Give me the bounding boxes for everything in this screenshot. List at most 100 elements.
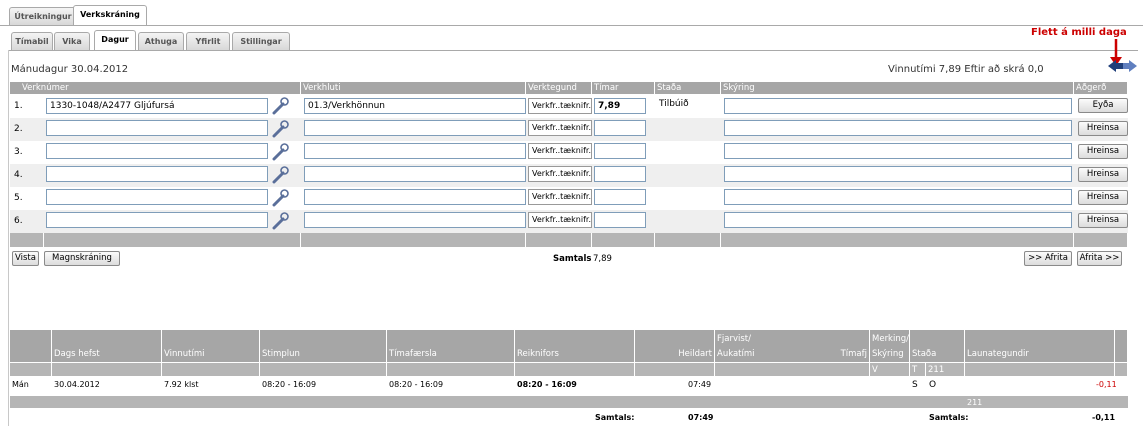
subhead-cell bbox=[635, 362, 715, 376]
row-number: 1. bbox=[14, 101, 23, 111]
col-day bbox=[10, 330, 52, 362]
summary-date: 30.04.2012 bbox=[54, 380, 100, 389]
timar-input[interactable] bbox=[594, 120, 646, 136]
footer-cell bbox=[10, 233, 44, 247]
col-heildart: Heildart bbox=[635, 330, 715, 362]
col-dags-hefst: Dags hefst bbox=[52, 330, 162, 362]
summary-total-value-2: -0,11 bbox=[1092, 413, 1116, 422]
content-left-border bbox=[8, 50, 9, 426]
subhead-cell bbox=[965, 362, 1115, 376]
skyring-input[interactable] bbox=[724, 120, 1072, 136]
tab-utreikningur[interactable]: Útreikningur bbox=[9, 7, 77, 25]
summary-amount: -0,11 bbox=[1096, 380, 1117, 389]
col-aukatimi: Fjarvist/ Aukatími Tímafj bbox=[715, 330, 870, 362]
summary-code: 211 bbox=[967, 398, 983, 407]
wrench-icon[interactable] bbox=[271, 212, 289, 230]
verknumer-input[interactable] bbox=[46, 212, 268, 228]
col-verkhluti: Verkhluti bbox=[301, 82, 526, 94]
footer-cell bbox=[655, 233, 721, 247]
col-skyring: Skýring bbox=[721, 82, 1074, 94]
verknumer-input[interactable] bbox=[46, 120, 268, 136]
verknumer-input[interactable] bbox=[46, 143, 268, 159]
subhead-cell bbox=[715, 362, 870, 376]
footer-cell bbox=[44, 233, 301, 247]
entry-total-value: 7,89 bbox=[593, 254, 612, 264]
hreinsa-button[interactable]: Hreinsa bbox=[1078, 167, 1128, 182]
date-label: Mánudagur 30.04.2012 bbox=[11, 64, 129, 75]
col-timafaersla: Tímafærsla bbox=[387, 330, 515, 362]
summary-stimplun: 08:20 - 16:09 bbox=[262, 380, 317, 389]
summary-total-label-2: Samtals: bbox=[929, 413, 969, 422]
wrench-icon[interactable] bbox=[271, 166, 289, 184]
subhead-cell bbox=[260, 362, 387, 376]
hreinsa-button[interactable]: Hreinsa bbox=[1078, 190, 1128, 205]
row-number: 4. bbox=[14, 170, 23, 180]
summary-total-label-1: Samtals: bbox=[595, 413, 635, 422]
row-number: 2. bbox=[14, 124, 23, 134]
skyring-input[interactable] bbox=[724, 143, 1072, 159]
col-verktegund: Verktegund bbox=[526, 82, 592, 94]
timar-input[interactable] bbox=[594, 143, 646, 159]
wrench-icon[interactable] bbox=[271, 97, 289, 115]
verkhluti-input[interactable] bbox=[304, 166, 526, 182]
wrench-icon[interactable] bbox=[271, 189, 289, 207]
entry-row: 2. Verkfr..tæknifr.\ Hreinsa bbox=[10, 118, 1128, 141]
wrench-icon[interactable] bbox=[271, 143, 289, 161]
skyring-input[interactable] bbox=[724, 212, 1072, 228]
col-reiknifors: Reiknifors bbox=[515, 330, 635, 362]
afrita-prev-button[interactable]: >> Afrita bbox=[1024, 251, 1072, 266]
col-stimplun: Stimplun bbox=[260, 330, 387, 362]
stada-value: Tilbúið bbox=[659, 99, 689, 109]
verkhluti-input[interactable] bbox=[304, 189, 526, 205]
verktegund-select[interactable]: Verkfr..tæknifr.\ bbox=[528, 143, 592, 159]
skyring-input[interactable] bbox=[724, 166, 1072, 182]
eyda-button[interactable]: Eyða bbox=[1078, 98, 1128, 113]
hreinsa-button[interactable]: Hreinsa bbox=[1078, 121, 1128, 136]
magnskraning-button[interactable]: Magnskráning bbox=[44, 251, 120, 266]
tab-athuga[interactable]: Athuga bbox=[138, 32, 184, 50]
timar-input[interactable]: 7,89 bbox=[594, 98, 646, 114]
subhead-cell bbox=[10, 362, 52, 376]
subhead-cell bbox=[1115, 362, 1128, 376]
verknumer-input[interactable] bbox=[46, 189, 268, 205]
afrita-next-button[interactable]: Afrita >> bbox=[1077, 251, 1122, 266]
tab-stillingar[interactable]: Stillingar bbox=[232, 32, 290, 50]
prev-next-day-icon[interactable] bbox=[1108, 59, 1138, 73]
skyring-input[interactable] bbox=[724, 189, 1072, 205]
verknumer-input[interactable] bbox=[46, 166, 268, 182]
tab-verkskraning[interactable]: Verkskráning bbox=[73, 5, 147, 25]
entry-row: 4. Verkfr..tæknifr.\ Hreinsa bbox=[10, 164, 1128, 187]
verkhluti-input[interactable] bbox=[304, 143, 526, 159]
col-vinnutimi: Vinnutími bbox=[162, 330, 260, 362]
hours-summary: Vinnutími 7,89 Eftir að skrá 0,0 bbox=[888, 64, 1044, 75]
footer-cell bbox=[301, 233, 526, 247]
verktegund-select[interactable]: Verkfr..tæknifr.\ bbox=[528, 98, 592, 114]
summary-day: Mán bbox=[12, 380, 29, 389]
subtab-divider bbox=[8, 50, 1138, 51]
tab-yfirlit[interactable]: Yfirlit bbox=[186, 32, 230, 50]
timar-input[interactable] bbox=[594, 212, 646, 228]
verkhluti-input[interactable] bbox=[304, 212, 526, 228]
summary-s: S bbox=[912, 380, 918, 390]
verktegund-select[interactable]: Verkfr..tæknifr.\ bbox=[528, 120, 592, 136]
wrench-icon[interactable] bbox=[271, 120, 289, 138]
hreinsa-button[interactable]: Hreinsa bbox=[1078, 144, 1128, 159]
verktegund-select[interactable]: Verkfr..tæknifr.\ bbox=[528, 212, 592, 228]
verktegund-select[interactable]: Verkfr..tæknifr.\ bbox=[528, 189, 592, 205]
timar-input[interactable] bbox=[594, 189, 646, 205]
verknumer-input[interactable]: 1330-1048/A2477 Gljúfursá bbox=[46, 98, 268, 114]
verkhluti-input[interactable]: 01.3/Verkhönnun bbox=[304, 98, 526, 114]
skyring-input[interactable] bbox=[724, 98, 1072, 114]
tab-timabil[interactable]: Tímabil bbox=[11, 32, 53, 50]
hreinsa-button[interactable]: Hreinsa bbox=[1078, 213, 1128, 228]
tab-vika[interactable]: Vika bbox=[54, 32, 90, 50]
verktegund-select[interactable]: Verkfr..tæknifr.\ bbox=[528, 166, 592, 182]
summary-o: O bbox=[929, 380, 937, 390]
subhead-cell bbox=[387, 362, 515, 376]
summary-vinnutimi: 7.92 klst bbox=[164, 380, 199, 389]
tab-dagur[interactable]: Dagur bbox=[94, 30, 136, 50]
vista-button[interactable]: Vista bbox=[12, 251, 39, 266]
timar-input[interactable] bbox=[594, 166, 646, 182]
tab-divider bbox=[0, 25, 1143, 26]
verkhluti-input[interactable] bbox=[304, 120, 526, 136]
